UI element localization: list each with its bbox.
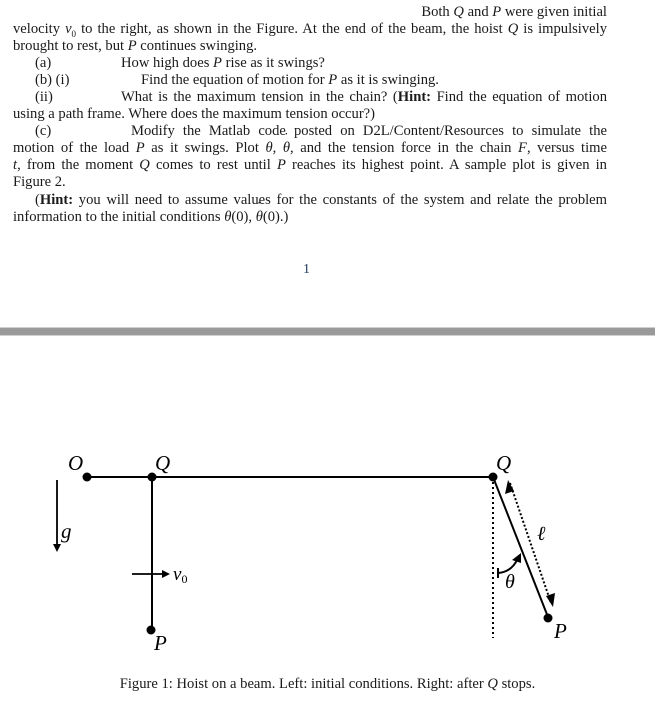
hint-final-line-2: information to the initial conditions θ(… xyxy=(13,200,607,226)
label-Q-left: Q xyxy=(155,451,170,475)
point-O xyxy=(82,472,92,482)
label-theta: θ xyxy=(505,571,515,593)
label-P-right: P xyxy=(553,619,567,643)
part-c-line-3: t, from the moment Q comes to rest until… xyxy=(13,157,607,173)
part-c-line-2: motion of the load P as it swings. Plot … xyxy=(13,131,607,157)
length-arrowhead-bottom-icon xyxy=(546,593,555,607)
label-v0: v0 xyxy=(173,564,187,586)
page-separator xyxy=(0,327,655,336)
label-g: g xyxy=(61,519,72,543)
part-b-i-label: (b) (i) xyxy=(35,72,70,88)
chain-right xyxy=(492,476,549,618)
part-c-line-4: Figure 2. xyxy=(13,174,66,190)
page-number: 1 xyxy=(303,262,310,277)
label-O: O xyxy=(68,451,83,475)
figure-caption: Figure 1: Hoist on a beam. Left: initial… xyxy=(119,676,536,692)
part-b-ii-label: (ii) xyxy=(35,89,53,105)
part-b-i-text: Find the equation of motion for P as it … xyxy=(141,72,439,88)
label-ell: ℓ xyxy=(537,523,546,545)
point-P-right xyxy=(543,613,553,623)
label-v0-subscript: 0 xyxy=(181,572,187,586)
label-Q-right: Q xyxy=(496,451,511,475)
part-a-text: How high does P rise as it swings? xyxy=(121,55,325,71)
part-b-ii-cont: using a path frame. Where does the maxim… xyxy=(13,106,376,122)
part-c-text: Modify the Matlab code posted on D2L/Con… xyxy=(131,123,607,139)
part-b-ii-text: What is the maximum tension in the chain… xyxy=(121,89,607,105)
theta-arrowhead-icon xyxy=(512,553,521,563)
hint-final-line-1: (Hint: you will need to assume values fo… xyxy=(35,192,607,208)
text-line-1: Both Q and P were given initial xyxy=(421,4,607,20)
part-c-label: (c) xyxy=(35,123,52,139)
text-line-3: brought to rest, but P continues swingin… xyxy=(13,38,258,54)
part-a-label: (a) xyxy=(35,55,52,71)
figure-hoist-diagram: O Q g v0 P Q ℓ θ P xyxy=(53,451,567,655)
label-P-left: P xyxy=(153,631,167,655)
